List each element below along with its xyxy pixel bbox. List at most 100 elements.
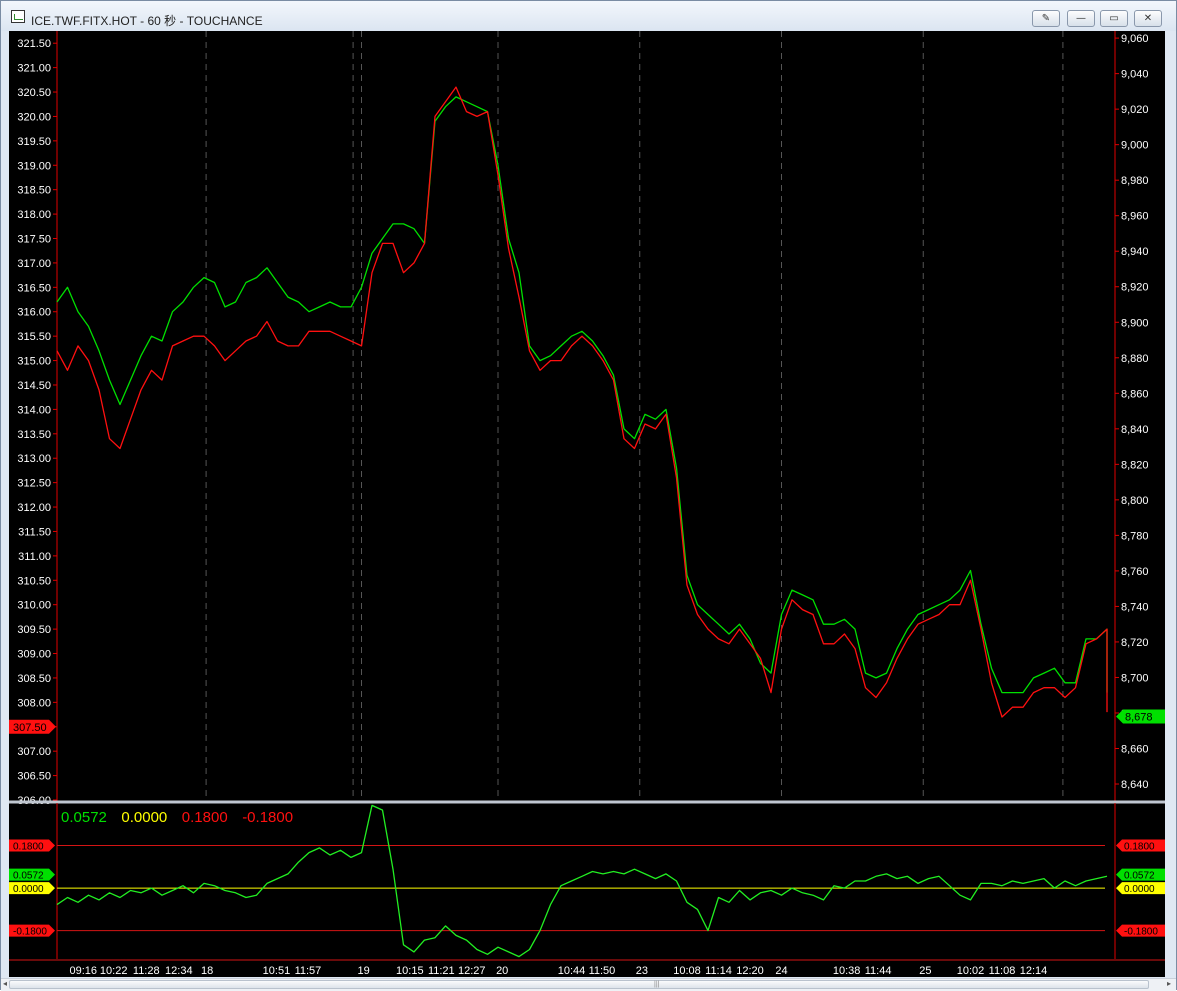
reference-label-left-2: -0.1800 [13, 927, 47, 938]
left-current-value: 307.50 [13, 722, 47, 734]
reference-label-right-2: -0.1800 [1124, 927, 1158, 938]
x-tick-label-20: 11:44 [865, 965, 892, 977]
left-tick-label-19: 312.00 [17, 502, 51, 514]
left-tick-label-25: 309.00 [17, 649, 51, 661]
x-tick-label-7: 19 [357, 965, 369, 977]
chart-area[interactable]: 321.50 321.00 320.50 320.00 319.50 319.00 318.… [9, 31, 1165, 977]
right-tick-label-9: 8,880 [1121, 353, 1149, 365]
indicator-header-value-2: 0.1800 [182, 809, 228, 826]
x-tick-label-3: 12:34 [165, 965, 193, 977]
right-tick-label-7: 8,920 [1121, 282, 1149, 294]
reference-label-right-0: 0.1800 [1124, 842, 1155, 853]
right-tick-label-2: 9,020 [1121, 104, 1149, 116]
right-tick-label-5: 8,960 [1121, 211, 1149, 223]
x-tick-label-10: 12:27 [458, 965, 486, 977]
x-tick-label-14: 23 [636, 965, 648, 977]
reference-label-left-1: 0.0000 [13, 884, 44, 895]
x-tick-label-4: 18 [201, 965, 213, 977]
x-axis: 09:16 10:22 11:28 12:34 18 10:51 11:57 19 10:15 1… [69, 965, 1047, 977]
scroll-thumb[interactable] [9, 980, 1149, 989]
right-tick-label-20: 8,660 [1121, 743, 1149, 755]
indicator-header-value-3: -0.1800 [242, 809, 293, 826]
left-tick-label-1: 321.00 [17, 63, 51, 75]
x-tick-label-19: 10:38 [833, 965, 861, 977]
window-title: ICE.TWF.FITX.HOT - 60 秒 - TOUCHANCE [31, 14, 263, 28]
chart-window: ICE.TWF.FITX.HOT - 60 秒 - TOUCHANCE ✎ — … [0, 0, 1177, 991]
left-tick-label-24: 309.50 [17, 624, 51, 636]
x-tick-label-21: 25 [919, 965, 931, 977]
x-tick-label-6: 11:57 [295, 965, 322, 977]
indicator-current-right: 0.0572 [1124, 871, 1155, 882]
left-tick-label-3: 320.00 [17, 111, 51, 123]
x-tick-label-5: 10:51 [263, 965, 291, 977]
chart-svg[interactable]: 321.50 321.00 320.50 320.00 319.50 319.00 318.… [9, 31, 1165, 977]
right-tick-label-16: 8,740 [1121, 601, 1149, 613]
right-tick-label-1: 9,040 [1121, 69, 1149, 81]
left-tick-label-12: 315.50 [17, 331, 51, 343]
x-tick-label-2: 11:28 [133, 965, 160, 977]
x-tick-label-22: 10:02 [957, 965, 985, 977]
right-tick-label-12: 8,820 [1121, 459, 1149, 471]
left-tick-label-27: 308.00 [17, 697, 51, 709]
left-tick-label-0: 321.50 [17, 38, 51, 50]
right-tick-label-18: 8,700 [1121, 672, 1149, 684]
maximize-icon: ▭ [1109, 13, 1119, 24]
chart-app-icon [11, 10, 25, 23]
left-tick-label-17: 313.00 [17, 453, 51, 465]
left-tick-label-5: 319.00 [17, 160, 51, 172]
minimize-button[interactable]: — [1067, 10, 1095, 27]
right-tick-label-13: 8,800 [1121, 495, 1149, 507]
close-icon: ✕ [1143, 13, 1153, 24]
x-tick-label-16: 11:14 [705, 965, 732, 977]
left-tick-label-11: 316.00 [17, 307, 51, 319]
right-tick-label-4: 8,980 [1121, 175, 1149, 187]
horizontal-scrollbar[interactable]: ◂ ||| ▸ [1, 978, 1176, 991]
left-tick-label-8: 317.50 [17, 234, 51, 246]
right-current-value: 8,678 [1125, 712, 1153, 724]
minimize-icon: — [1076, 13, 1086, 24]
properties-button[interactable]: ✎ [1032, 10, 1060, 27]
x-tick-label-8: 10:15 [396, 965, 424, 977]
x-tick-label-24: 12:14 [1020, 965, 1048, 977]
scroll-left-icon[interactable]: ◂ [3, 979, 7, 988]
left-tick-label-18: 312.50 [17, 478, 51, 490]
left-tick-label-29: 307.00 [17, 746, 51, 758]
right-tick-label-8: 8,900 [1121, 317, 1149, 329]
reference-label-left-0: 0.1800 [13, 842, 44, 853]
indicator-current-left: 0.0572 [13, 871, 44, 882]
x-tick-label-11: 20 [496, 965, 508, 977]
left-tick-label-30: 306.50 [17, 771, 51, 783]
indicator-panel: 0.0572 0.0000 0.1800 -0.1800 0.1800 0.1800 0.0… [9, 803, 1165, 959]
title-bar[interactable]: ICE.TWF.FITX.HOT - 60 秒 - TOUCHANCE ✎ — … [1, 1, 1176, 31]
left-tick-label-6: 318.50 [17, 185, 51, 197]
maximize-button[interactable]: ▭ [1100, 10, 1128, 27]
right-tick-label-11: 8,840 [1121, 424, 1149, 436]
left-tick-label-26: 308.50 [17, 673, 51, 685]
indicator-series [56, 804, 1108, 958]
left-tick-label-2: 320.50 [17, 87, 51, 99]
right-tick-label-17: 8,720 [1121, 637, 1149, 649]
x-tick-label-9: 11:21 [428, 965, 455, 977]
close-button[interactable]: ✕ [1134, 10, 1162, 27]
indicator-header-value-0: 0.0572 [61, 809, 107, 826]
left-tick-label-20: 311.50 [18, 526, 51, 538]
left-tick-label-21: 311.00 [18, 551, 51, 563]
x-tick-label-15: 10:08 [673, 965, 701, 977]
left-tick-label-4: 319.50 [17, 136, 51, 148]
left-tick-label-7: 318.00 [17, 209, 51, 221]
right-tick-label-15: 8,760 [1121, 566, 1149, 578]
edit-icon: ✎ [1041, 13, 1051, 24]
left-tick-label-9: 317.00 [17, 258, 51, 270]
left-tick-label-13: 315.00 [17, 356, 51, 368]
right-tick-label-21: 8,640 [1121, 779, 1149, 791]
x-tick-label-12: 10:44 [558, 965, 586, 977]
scroll-right-icon[interactable]: ▸ [1167, 979, 1171, 988]
price-series-red [56, 86, 1108, 718]
x-tick-label-13: 11:50 [589, 965, 616, 977]
left-tick-label-23: 310.00 [17, 600, 51, 612]
right-tick-label-6: 8,940 [1121, 246, 1149, 258]
x-tick-label-18: 24 [775, 965, 787, 977]
price-series-green [56, 96, 1108, 694]
right-tick-label-10: 8,860 [1121, 388, 1149, 400]
left-tick-label-22: 310.50 [17, 575, 51, 587]
